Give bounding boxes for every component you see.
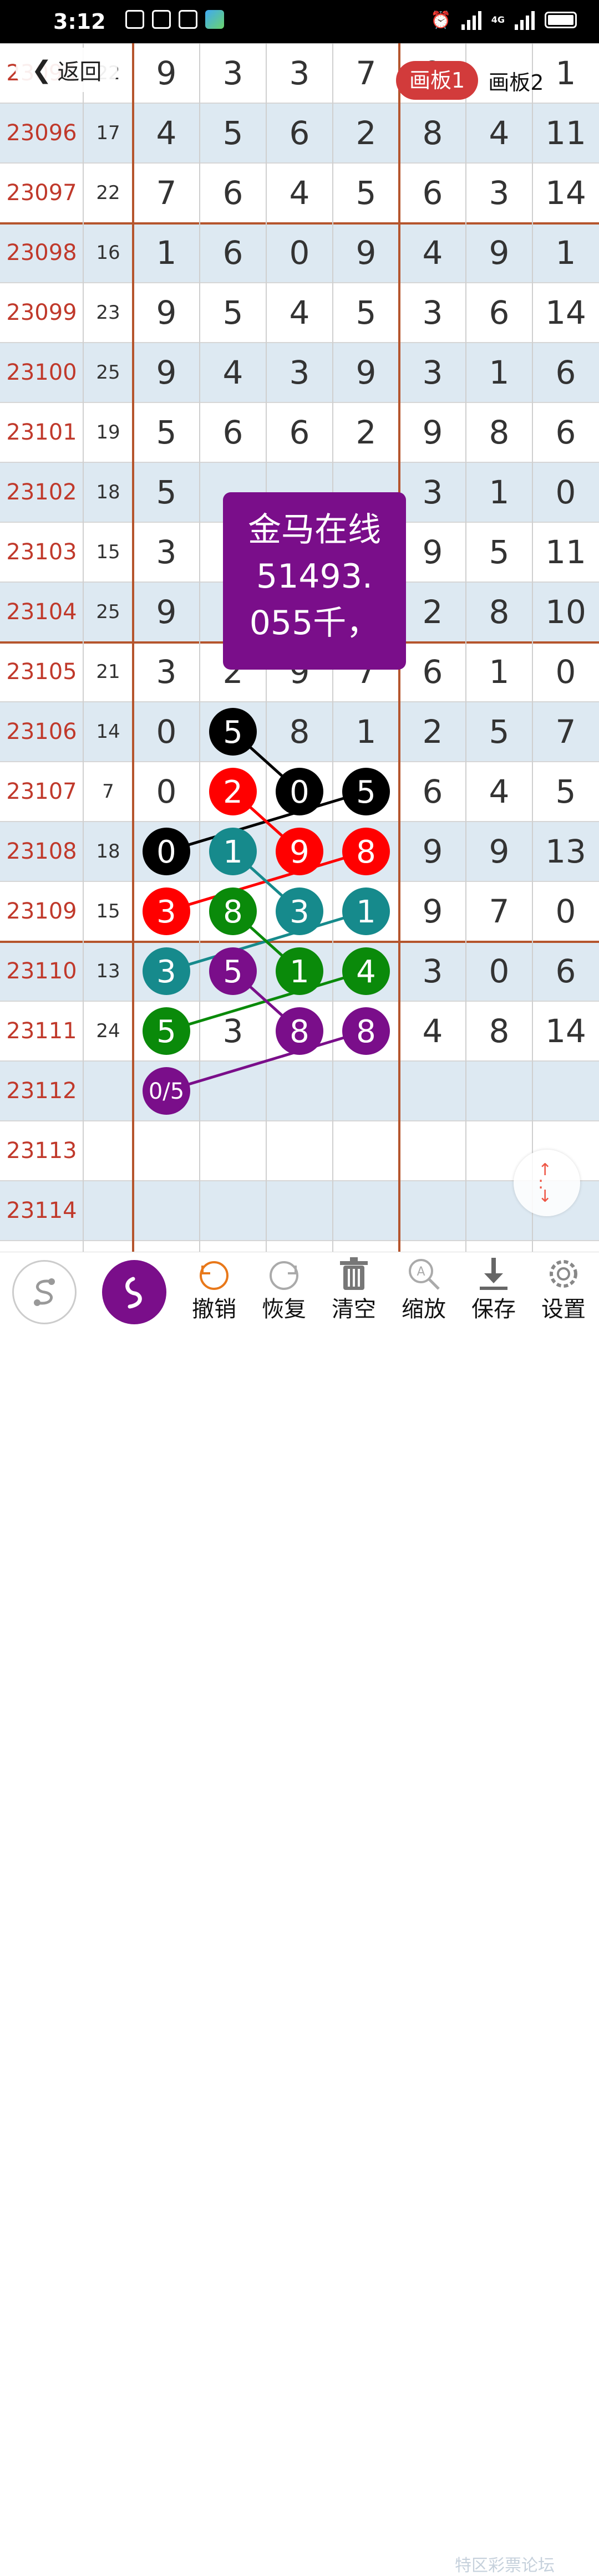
overlay-line-1: 金马在线 (248, 511, 381, 549)
marker-label: 5 (223, 954, 243, 990)
bottom-toolbar: 撤销 恢复 清空 A 缩放 保存 设置 特区彩票论坛 (0, 1252, 599, 2575)
marker-label: 0 (156, 834, 176, 870)
drawn-marker[interactable]: 3 (276, 887, 323, 935)
clear-button[interactable]: 清空 (321, 1252, 387, 1331)
marker-label: 3 (290, 894, 309, 930)
marker-label: 8 (356, 1014, 376, 1050)
marker-label: 8 (356, 834, 376, 870)
redo-label: 恢复 (262, 1297, 306, 1322)
drawn-marker[interactable]: 0/5 (143, 1067, 190, 1115)
alarm-icon: ⏰ (430, 10, 451, 30)
forum-watermark: 特区彩票论坛 (455, 2556, 555, 2575)
zoom-label: 缩放 (402, 1297, 446, 1322)
marker-label: 5 (223, 715, 243, 751)
squiggle-icon (125, 1277, 142, 1309)
drawn-marker[interactable]: 8 (276, 1007, 323, 1055)
board-toggle: 画板1 画板2 (396, 61, 544, 100)
gear-icon (550, 1260, 577, 1288)
watermark-overlay: 金马在线 51493. 055千， (223, 492, 406, 670)
clear-label: 清空 (332, 1297, 376, 1322)
settings-label: 设置 (541, 1297, 586, 1322)
redo-button[interactable]: 恢复 (251, 1252, 317, 1331)
drawn-marker[interactable]: 9 (276, 828, 323, 875)
network-type: 4G (491, 14, 505, 25)
notification-icons (125, 10, 224, 29)
svg-text:A: A (417, 1265, 425, 1279)
app-notification-icon (205, 10, 224, 29)
status-bar: 3:12 ⏰ 4G (0, 0, 599, 43)
settings-notification-icon (125, 10, 144, 29)
zoom-icon: A (409, 1259, 440, 1290)
marker-label: 0 (290, 774, 309, 810)
drawn-marker[interactable]: 4 (342, 947, 390, 995)
marker-label: 1 (223, 834, 243, 870)
drawn-marker[interactable]: 5 (342, 768, 390, 815)
chevron-left-icon: ❮ (31, 55, 52, 84)
marker-label: 5 (356, 774, 376, 810)
save-button[interactable]: 保存 (460, 1252, 527, 1331)
marker-label: 9 (290, 834, 309, 870)
marker-label: 8 (290, 1014, 309, 1050)
undo-label: 撤销 (192, 1297, 236, 1322)
trash-icon (340, 1257, 368, 1290)
drawn-marker[interactable]: 5 (209, 947, 257, 995)
undo-button[interactable]: 撤销 (181, 1252, 247, 1331)
arrow-down-icon: ↓ (538, 1187, 552, 1206)
drawn-marker[interactable]: 8 (342, 1007, 390, 1055)
drawn-marker[interactable]: 1 (209, 828, 257, 875)
zoom-button[interactable]: A 缩放 (390, 1252, 457, 1331)
drawn-marker[interactable]: 1 (276, 947, 323, 995)
board1-tab[interactable]: 画板1 (396, 61, 479, 100)
drawn-marker[interactable]: 2 (209, 768, 257, 815)
undo-icon (200, 1261, 229, 1290)
hand-notification-icon (179, 10, 197, 29)
marker-label: 1 (290, 954, 309, 990)
signal-icon (461, 10, 481, 30)
drawn-marker[interactable]: 1 (342, 887, 390, 935)
back-label: 返回 (57, 59, 102, 85)
marker-label: 3 (156, 954, 176, 990)
signal-icon-2 (515, 10, 535, 30)
scroll-toggle-button[interactable]: ↑ : ↓ (514, 1150, 580, 1216)
redo-icon (270, 1261, 298, 1290)
overlay-line-3: 055千， (249, 604, 380, 642)
marker-label: 1 (356, 894, 376, 930)
marker-label: 4 (356, 954, 376, 990)
curve-icon (34, 1278, 55, 1306)
battery-icon (545, 12, 577, 28)
connection-line (166, 1029, 367, 1093)
drawn-marker[interactable]: 5 (209, 708, 257, 756)
drawn-marker[interactable]: 8 (342, 828, 390, 875)
smooth-pen-button[interactable] (12, 1260, 77, 1324)
freehand-pen-button[interactable] (102, 1260, 166, 1324)
download-icon (480, 1258, 507, 1290)
system-icons: ⏰ 4G (430, 10, 577, 30)
save-label: 保存 (471, 1297, 516, 1322)
drawn-marker[interactable]: 8 (209, 887, 257, 935)
overlay-line-2: 51493. (256, 557, 373, 596)
huawei-notification-icon (152, 10, 171, 29)
marker-label: 3 (156, 894, 176, 930)
marker-label: 8 (223, 894, 243, 930)
board2-tab[interactable]: 画板2 (488, 65, 544, 96)
settings-button[interactable]: 设置 (530, 1252, 597, 1331)
drawn-marker[interactable]: 0 (143, 828, 190, 875)
back-button[interactable]: ❮ 返回 (16, 48, 118, 92)
drawn-marker[interactable]: 3 (143, 947, 190, 995)
status-time: 3:12 (53, 9, 106, 34)
marker-label: 2 (223, 774, 243, 810)
marker-label: 5 (156, 1014, 176, 1050)
drawn-marker[interactable]: 5 (143, 1007, 190, 1055)
drawn-marker[interactable]: 3 (143, 887, 190, 935)
marker-label: 0/5 (149, 1079, 184, 1104)
drawn-marker[interactable]: 0 (276, 768, 323, 815)
